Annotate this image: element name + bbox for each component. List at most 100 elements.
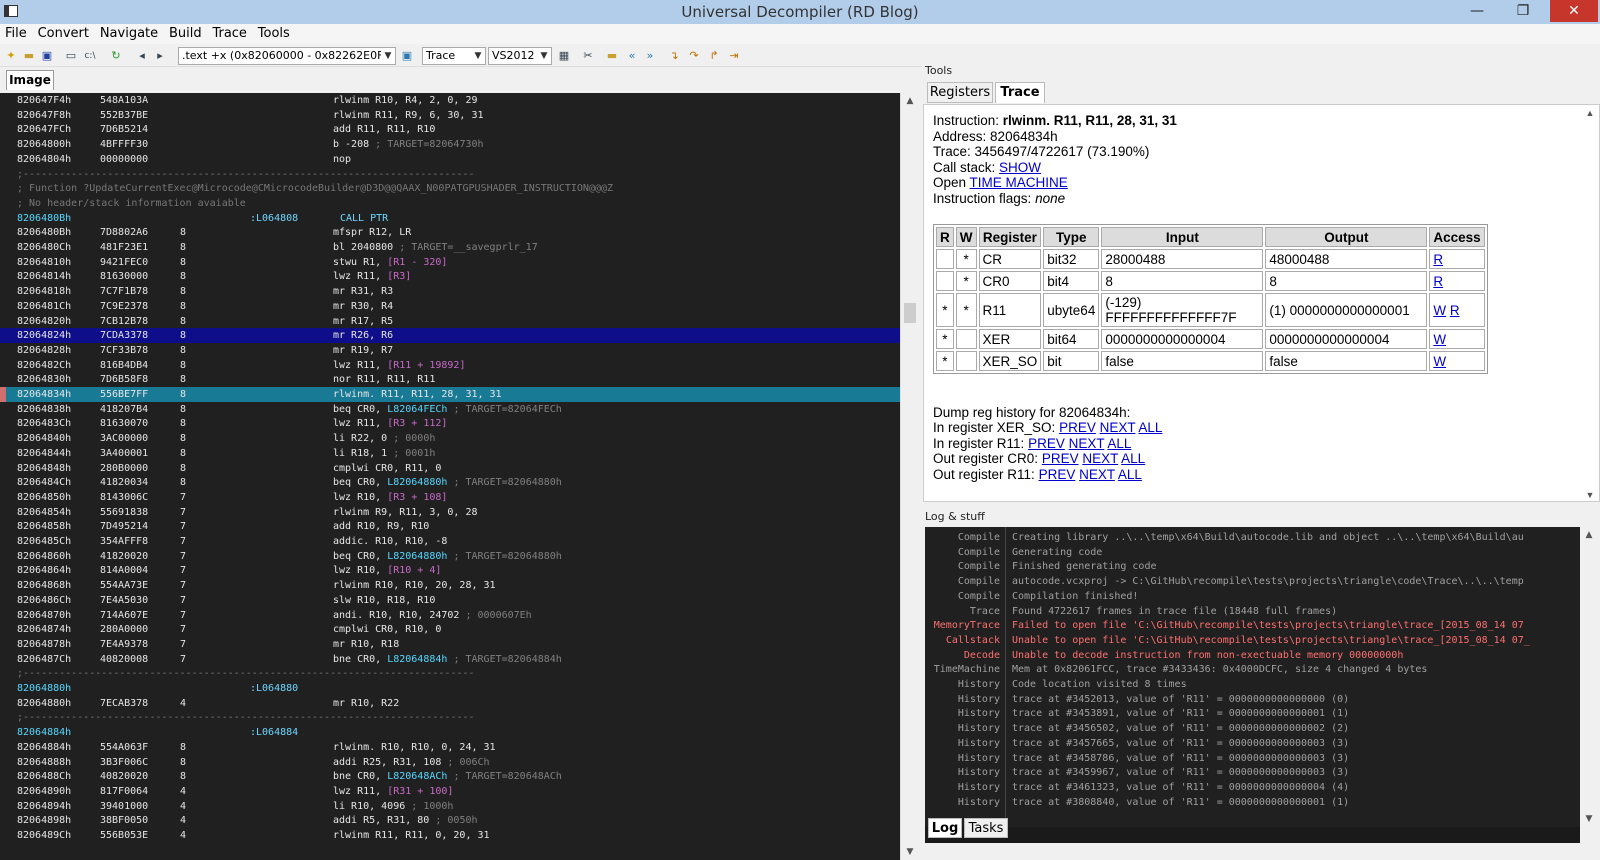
dump-all-link[interactable]: ALL: [1118, 467, 1142, 482]
maximize-button[interactable]: ❐: [1500, 0, 1546, 22]
code-address[interactable]: 82064884h: [17, 725, 71, 740]
close-button[interactable]: ✕: [1550, 0, 1598, 22]
save-icon[interactable]: ▣: [39, 48, 55, 64]
step-over-icon[interactable]: ↷: [686, 48, 702, 64]
code-address[interactable]: 82064820h: [17, 314, 71, 329]
code-line[interactable]: 820647F8h 552B37BE rlwinm R11, R9, 6, 30, …: [0, 108, 900, 123]
code-address[interactable]: 82064840h: [17, 431, 71, 446]
code-line[interactable]: 82064830h 7D6B58F8 8 nor R11, R11, R11: [0, 372, 900, 387]
tab-log[interactable]: Log: [928, 818, 962, 838]
code-address[interactable]: 8206480Bh: [17, 211, 71, 226]
code-address[interactable]: 82064880h: [17, 696, 71, 711]
menu-file[interactable]: File: [0, 24, 27, 41]
code-line[interactable]: 8206485Ch 354AFFF8 7 addic. R10, R10, -8: [0, 534, 900, 549]
open-folder-icon[interactable]: ▬: [21, 48, 37, 64]
code-address[interactable]: 82064858h: [17, 519, 71, 534]
code-line[interactable]: 82064894h 39401000 4 li R10, 4096 ; 1000h: [0, 799, 900, 814]
forward-icon[interactable]: ▸: [152, 48, 168, 64]
path-icon[interactable]: c:\: [82, 48, 98, 64]
code-address[interactable]: 82064874h: [17, 622, 71, 637]
code-line[interactable]: 82064890h 817F0064 4 lwz R11, [R31 + 100]: [0, 784, 900, 799]
code-address[interactable]: 8206487Ch: [17, 652, 71, 667]
code-line[interactable]: 82064870h 714A607E 7 andi. R10, R10, 24702 …: [0, 608, 900, 623]
code-line[interactable]: 82064848h 280B0000 8 cmplwi CR0, R11, 0: [0, 461, 900, 476]
code-address[interactable]: 82064834h: [17, 387, 71, 402]
new-file-icon[interactable]: ✦: [3, 48, 19, 64]
back-icon[interactable]: ◂: [134, 48, 150, 64]
code-line[interactable]: 8206486Ch 7E4A5030 7 slw R10, R18, R10: [0, 593, 900, 608]
menu-navigate[interactable]: Navigate: [95, 24, 158, 41]
dump-all-link[interactable]: ALL: [1138, 420, 1162, 435]
open-trace-icon[interactable]: ▬: [604, 48, 620, 64]
minimize-button[interactable]: —: [1454, 0, 1500, 22]
scroll-up-icon[interactable]: ▲: [901, 93, 919, 109]
code-line[interactable]: 8206483Ch 81630070 8 lwz R11, [R3 + 112]: [0, 416, 900, 431]
code-address[interactable]: 8206482Ch: [17, 358, 71, 373]
access-link[interactable]: W: [1433, 354, 1446, 369]
access-link[interactable]: W: [1433, 332, 1446, 347]
access-link[interactable]: W: [1433, 303, 1446, 318]
code-line[interactable]: 82064844h 3A400001 8 li R18, 1 ; 0001h: [0, 446, 900, 461]
code-line[interactable]: 82064858h 7D495214 7 add R10, R9, R10: [0, 519, 900, 534]
code-line[interactable]: 8206488Ch 40820020 8 bne CR0, L820648ACh ; …: [0, 769, 900, 784]
code-address[interactable]: 82064850h: [17, 490, 71, 505]
menu-tools[interactable]: Tools: [253, 24, 290, 41]
code-line[interactable]: 82064838h 418207B4 8 beq CR0, L82064FECh ; …: [0, 402, 900, 417]
code-line[interactable]: 82064860h 41820020 7 beq CR0, L82064880h ; …: [0, 549, 900, 564]
code-line[interactable]: 82064884h:L064884: [0, 725, 900, 740]
code-address[interactable]: 82064884h: [17, 740, 71, 755]
code-line[interactable]: ; No header/stack information avaiable: [0, 196, 900, 211]
log-scrollbar[interactable]: ▲ ▼: [1580, 527, 1598, 827]
code-line[interactable]: 8206487Ch 40820008 7 bne CR0, L82064884h ; …: [0, 652, 900, 667]
dump-next-link[interactable]: NEXT: [1100, 420, 1136, 435]
code-line[interactable]: 82064880h:L064880: [0, 681, 900, 696]
code-line[interactable]: 82064888h 3B3F006C 8 addi R25, R31, 108 ; 0…: [0, 755, 900, 770]
disassembly-scrollbar[interactable]: ▲ ▼: [900, 93, 918, 860]
code-line[interactable]: 8206480Ch 481F23E1 8 bl 2040800 ; TARGET=__…: [0, 240, 900, 255]
code-line[interactable]: 820647F4h 548A103A rlwinm R10, R4, 2, 0, 2…: [0, 93, 900, 108]
code-line[interactable]: 82064810h 9421FEC0 8 stwu R1, [R1 - 320]: [0, 255, 900, 270]
compiler-combo[interactable]: VS2012 ▼: [488, 47, 552, 65]
dump-prev-link[interactable]: PREV: [1042, 451, 1079, 466]
code-address[interactable]: 82064854h: [17, 505, 71, 520]
time-machine-link[interactable]: TIME MACHINE: [970, 175, 1068, 190]
cut-icon[interactable]: ✂: [580, 48, 596, 64]
dump-prev-link[interactable]: PREV: [1028, 436, 1065, 451]
code-line[interactable]: 82064850h 8143006C 7 lwz R10, [R3 + 108]: [0, 490, 900, 505]
log-command-input[interactable]: >: [925, 827, 1580, 843]
code-address[interactable]: 82064860h: [17, 549, 71, 564]
mode-combo[interactable]: Trace ▼: [422, 47, 486, 65]
code-address[interactable]: 82064864h: [17, 563, 71, 578]
code-address[interactable]: 82064878h: [17, 637, 71, 652]
code-line[interactable]: 82064898h 38BF0050 4 addi R5, R31, 80 ; 005…: [0, 813, 900, 828]
scroll-down-icon[interactable]: ▼: [1581, 487, 1599, 501]
code-line[interactable]: 82064804h 00000000 nop: [0, 152, 900, 167]
show-callstack-link[interactable]: SHOW: [999, 160, 1041, 175]
dump-prev-link[interactable]: PREV: [1059, 420, 1096, 435]
code-address[interactable]: 8206484Ch: [17, 475, 71, 490]
code-address[interactable]: 820647F4h: [17, 93, 71, 108]
access-link[interactable]: R: [1433, 274, 1443, 289]
code-line[interactable]: ;---------------------------------------…: [0, 666, 900, 681]
tab-trace[interactable]: Trace: [995, 82, 1045, 103]
refresh-icon[interactable]: ↻: [108, 48, 124, 64]
dump-next-link[interactable]: NEXT: [1079, 467, 1115, 482]
menu-trace[interactable]: Trace: [207, 24, 247, 41]
code-line[interactable]: 82064800h 4BFFFF30 b -208 ; TARGET=8206473…: [0, 137, 900, 152]
code-address[interactable]: 82064898h: [17, 813, 71, 828]
branch-target-link[interactable]: L820648ACh: [387, 771, 447, 782]
code-address[interactable]: 82064828h: [17, 343, 71, 358]
dump-all-link[interactable]: ALL: [1107, 436, 1131, 451]
scroll-down-icon[interactable]: ▼: [1580, 811, 1598, 827]
code-address[interactable]: 82064830h: [17, 372, 71, 387]
code-address[interactable]: 82064810h: [17, 255, 71, 270]
code-line[interactable]: 8206484Ch 41820034 8 beq CR0, L82064880h ; …: [0, 475, 900, 490]
code-line[interactable]: 82064840h 3AC00000 8 li R22, 0 ; 0000h: [0, 431, 900, 446]
step-into-icon[interactable]: ↴: [666, 48, 682, 64]
code-line[interactable]: 82064878h 7E4A9378 7 mr R10, R18: [0, 637, 900, 652]
code-line[interactable]: ;---------------------------------------…: [0, 167, 900, 182]
code-address[interactable]: 8206481Ch: [17, 299, 71, 314]
step-forward-icon[interactable]: »: [642, 48, 658, 64]
code-address[interactable]: 820647F8h: [17, 108, 71, 123]
code-address[interactable]: 82064814h: [17, 269, 71, 284]
